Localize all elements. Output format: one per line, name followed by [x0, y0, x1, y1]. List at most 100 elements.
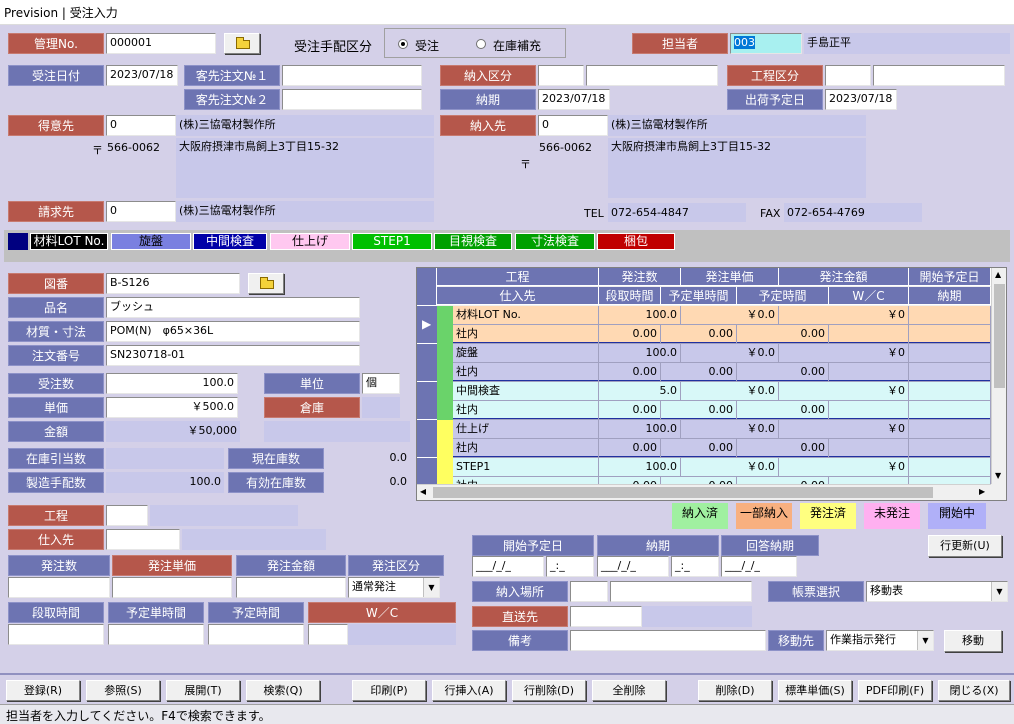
cell-empty[interactable] [909, 458, 991, 477]
cell-proc[interactable]: 仕上げ [453, 420, 599, 439]
cell-supplier[interactable]: 社内 [453, 363, 599, 382]
cell-empty[interactable] [909, 477, 991, 484]
toolbar-button[interactable]: 登録(R) [6, 680, 80, 701]
cell-dan[interactable]: 0.00 [599, 477, 661, 484]
cell-yotei[interactable]: 0.00 [737, 363, 829, 382]
cell-price[interactable]: ￥0.0 [681, 306, 779, 325]
tokui-code-field[interactable]: 0 [106, 115, 176, 136]
toolbar-button[interactable]: 展開(T) [166, 680, 240, 701]
grid-header-cell[interactable]: W／C [829, 287, 909, 305]
zuban-field[interactable]: B-S126 [106, 273, 240, 294]
row-selector[interactable]: ▶ [417, 306, 437, 344]
cell-amount[interactable]: ￥0 [779, 344, 909, 363]
cell-empty[interactable] [829, 401, 909, 420]
cell-empty[interactable] [909, 401, 991, 420]
cell-supplier[interactable]: 社内 [453, 325, 599, 344]
grid-hscroll[interactable]: ◀ ▶ [417, 484, 991, 500]
cell-empty[interactable] [909, 306, 991, 325]
cell-empty[interactable] [909, 420, 991, 439]
radio-juchu[interactable]: 受注 [398, 37, 468, 51]
cell-tan[interactable]: 0.00 [661, 439, 737, 458]
cell-yotei[interactable]: 0.00 [737, 325, 829, 344]
hachu-tanka-field[interactable] [112, 577, 232, 598]
toolbar-button[interactable]: 印刷(P) [352, 680, 426, 701]
juchusu-field[interactable]: 100.0 [106, 373, 238, 394]
cell-empty[interactable] [909, 363, 991, 382]
process-chip[interactable]: 寸法検査 [515, 233, 595, 250]
yotei-field[interactable] [208, 624, 304, 645]
process-grid[interactable]: 工程 発注数 発注単価 発注金額 開始予定日 仕入先 段取時間 予定単時間 予定時間 W／C 納期 ▶… [416, 267, 1007, 501]
row-selector[interactable] [417, 458, 437, 484]
yotei-tan-field[interactable] [108, 624, 204, 645]
radio-zaiko[interactable]: 在庫補充 [476, 37, 556, 51]
grid-hscroll-thumb[interactable] [433, 487, 933, 498]
grid-vscroll[interactable]: ▲ ▼ [991, 268, 1006, 484]
grid-header-cell[interactable]: 予定時間 [737, 287, 829, 305]
nyuko-kubun-name[interactable] [586, 65, 718, 86]
cell-proc[interactable]: 材料LOT No. [453, 306, 599, 325]
cell-tan[interactable]: 0.00 [661, 477, 737, 484]
cell-empty[interactable] [829, 325, 909, 344]
grid-header-cell[interactable]: 段取時間 [599, 287, 661, 305]
chokuso-code[interactable] [570, 606, 642, 627]
cell-empty[interactable] [909, 382, 991, 401]
toolbar-button[interactable]: PDF印刷(F) [858, 680, 932, 701]
hinmei-field[interactable]: ブッシュ [106, 297, 360, 318]
cell-dan[interactable]: 0.00 [599, 325, 661, 344]
cell-price[interactable]: ￥0.0 [681, 344, 779, 363]
cell-proc[interactable]: STEP1 [453, 458, 599, 477]
cell-amount[interactable]: ￥0 [779, 420, 909, 439]
grid-header-cell[interactable]: 予定単時間 [661, 287, 737, 305]
toolbar-button[interactable]: 検索(Q) [246, 680, 320, 701]
chumon-field[interactable]: SN230718-01 [106, 345, 360, 366]
cell-empty[interactable] [909, 439, 991, 458]
cell-yotei[interactable]: 0.00 [737, 439, 829, 458]
cell-supplier[interactable]: 社内 [453, 477, 599, 484]
chevron-down-icon[interactable]: ▼ [991, 582, 1007, 601]
chevron-down-icon[interactable]: ▼ [423, 578, 439, 597]
process-chip[interactable]: 旋盤 [111, 233, 191, 250]
tani-field[interactable]: 個 [362, 373, 400, 394]
cell-dan[interactable]: 0.00 [599, 401, 661, 420]
cell-amount[interactable]: ￥0 [779, 382, 909, 401]
cell-supplier[interactable]: 社内 [453, 439, 599, 458]
cell-qty[interactable]: 5.0 [599, 382, 681, 401]
cell-tan[interactable]: 0.00 [661, 325, 737, 344]
hachu-kubun-select[interactable]: 通常発注 ▼ [348, 577, 440, 598]
kaishi-date-field[interactable]: ___/_/_ [472, 556, 544, 577]
grid-header-cell[interactable]: 仕入先 [437, 287, 599, 305]
grid-header-cell[interactable]: 開始予定日 [909, 268, 991, 286]
toolbar-button[interactable]: 行削除(D) [512, 680, 586, 701]
shukka-field[interactable]: 2023/07/18 [825, 89, 897, 110]
scroll-right-icon[interactable]: ▶ [979, 487, 985, 496]
noki2-date-field[interactable]: ___/_/_ [597, 556, 669, 577]
grid-header-cell[interactable]: 納期 [909, 287, 991, 305]
toolbar-button[interactable]: 削除(D) [698, 680, 772, 701]
chohyo-select[interactable]: 移動表 ▼ [866, 581, 1008, 602]
grid-header-cell[interactable]: 発注数 [599, 268, 681, 286]
cell-proc[interactable]: 旋盤 [453, 344, 599, 363]
kotei-kubun-code[interactable] [825, 65, 871, 86]
kanri-no-field[interactable]: 000001 [106, 33, 216, 54]
nyuko-kubun-code[interactable] [538, 65, 584, 86]
scroll-up-icon[interactable]: ▲ [995, 270, 1001, 279]
cell-supplier[interactable]: 社内 [453, 401, 599, 420]
process-chip[interactable]: 材料LOT No. [30, 233, 108, 250]
hachusu-field[interactable] [8, 577, 110, 598]
dandori-field[interactable] [8, 624, 104, 645]
grid-header-cell[interactable]: 工程 [437, 268, 599, 286]
process-chip[interactable]: 中間検査 [193, 233, 267, 250]
cell-dan[interactable]: 0.00 [599, 363, 661, 382]
cell-price[interactable]: ￥0.0 [681, 420, 779, 439]
biko-field[interactable] [570, 630, 766, 651]
tanka-field[interactable]: ￥500.0 [106, 397, 238, 418]
cell-proc[interactable]: 中間検査 [453, 382, 599, 401]
zuban-folder-button[interactable] [248, 273, 284, 294]
kaishi-time-field[interactable]: _:_ [546, 556, 594, 577]
zaishitsu-field[interactable]: POM(N) φ65×36L [106, 321, 360, 342]
cell-dan[interactable]: 0.00 [599, 439, 661, 458]
cell-qty[interactable]: 100.0 [599, 458, 681, 477]
cell-amount[interactable]: ￥0 [779, 306, 909, 325]
scroll-down-icon[interactable]: ▼ [995, 471, 1001, 480]
cell-qty[interactable]: 100.0 [599, 306, 681, 325]
